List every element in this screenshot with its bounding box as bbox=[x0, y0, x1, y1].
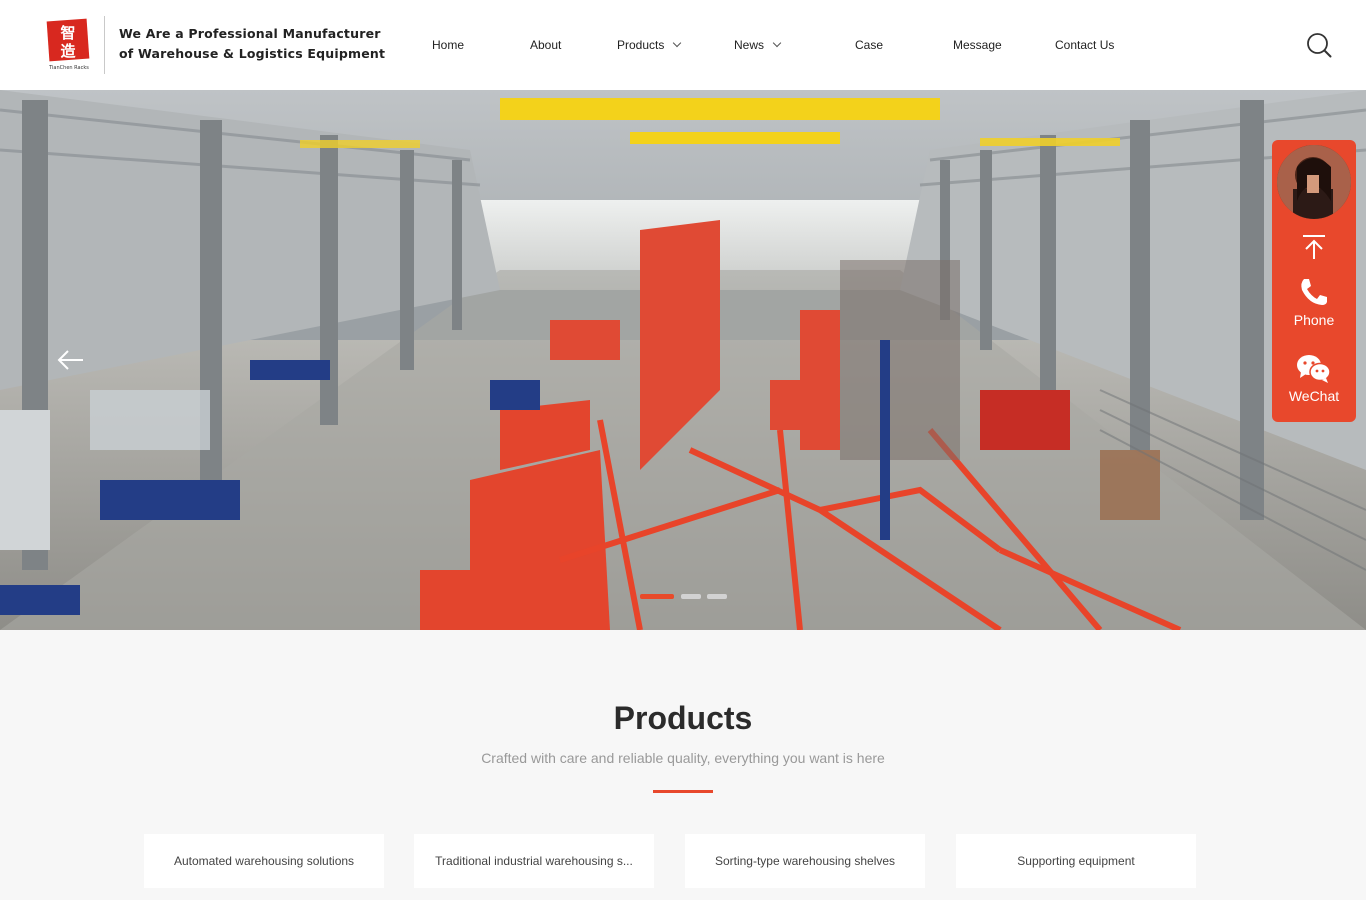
nav-message-label: Message bbox=[953, 38, 1002, 52]
hero-banner bbox=[0, 90, 1366, 630]
category-tab-sorting[interactable]: Sorting-type warehousing shelves bbox=[685, 834, 925, 888]
nav-about-label: About bbox=[530, 38, 562, 52]
slider-prev-arrow-icon[interactable] bbox=[56, 348, 86, 372]
category-tab-traditional[interactable]: Traditional industrial warehousing s... bbox=[414, 834, 654, 888]
nav-home[interactable]: Home bbox=[432, 34, 464, 56]
arrow-up-icon bbox=[1303, 235, 1325, 259]
wechat-button[interactable]: WeChat bbox=[1272, 352, 1356, 408]
phone-button[interactable]: Phone bbox=[1272, 276, 1356, 332]
chevron-down-icon bbox=[772, 38, 782, 48]
nav-products-label: Products bbox=[617, 38, 665, 52]
nav-news-label: News bbox=[734, 38, 765, 52]
products-section-subtitle: Crafted with care and reliable quality, … bbox=[481, 750, 885, 766]
search-icon[interactable] bbox=[1306, 32, 1332, 58]
nav-news[interactable]: News bbox=[734, 34, 782, 56]
slider-dot-1[interactable] bbox=[640, 594, 674, 599]
nav-about[interactable]: About bbox=[530, 34, 561, 56]
nav-case[interactable]: Case bbox=[855, 34, 883, 56]
category-tab-automated[interactable]: Automated warehousing solutions bbox=[144, 834, 384, 888]
floating-contact-bar: Phone WeChat bbox=[1272, 140, 1356, 422]
slider-dot-2[interactable] bbox=[681, 594, 701, 599]
wechat-icon bbox=[1297, 355, 1331, 383]
phone-label: Phone bbox=[1293, 312, 1335, 328]
nav-products[interactable]: Products bbox=[617, 34, 682, 56]
logo-caption: TianChen Racks bbox=[48, 65, 89, 71]
nav-message[interactable]: Message bbox=[953, 34, 1002, 56]
logo-char-2: 天 bbox=[73, 19, 87, 34]
nav-home-label: Home bbox=[432, 38, 465, 52]
banner-factory-image bbox=[0, 90, 1366, 630]
nav-case-label: Case bbox=[855, 38, 884, 52]
site-header: 智 天 造 辰 TianChen Racks We Are a Professi… bbox=[0, 0, 1366, 90]
slider-dot-3[interactable] bbox=[707, 594, 727, 599]
phone-icon bbox=[1301, 279, 1327, 305]
chevron-down-icon bbox=[673, 38, 682, 48]
contact-avatar bbox=[1274, 142, 1354, 222]
category-tab-supporting[interactable]: Supporting equipment bbox=[956, 834, 1196, 888]
nav-contact[interactable]: Contact Us bbox=[1055, 34, 1114, 56]
back-to-top-button[interactable] bbox=[1302, 234, 1326, 260]
main-nav: Home About Products News Case Message Co… bbox=[0, 34, 1366, 56]
title-underline bbox=[653, 790, 713, 793]
products-section-title: Products bbox=[613, 700, 753, 736]
wechat-label: WeChat bbox=[1288, 388, 1340, 404]
nav-contact-label: Contact Us bbox=[1055, 38, 1115, 52]
